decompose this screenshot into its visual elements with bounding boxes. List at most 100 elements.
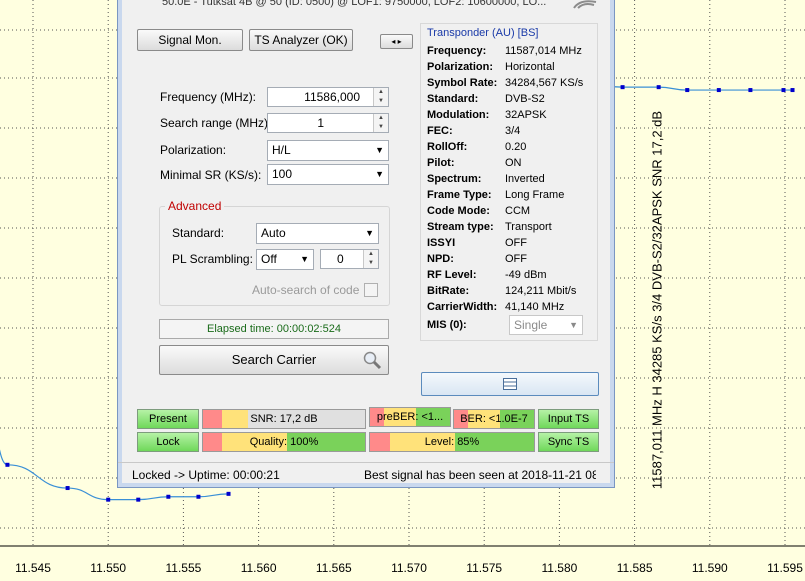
transponder-row: Modulation: 32APSK <box>427 109 547 121</box>
data-point <box>790 88 795 93</box>
search-range-label: Search range (MHz): <box>160 116 272 130</box>
spin-up-icon[interactable]: ▲ <box>374 114 388 123</box>
sync-ts-indicator: Sync TS <box>538 432 599 452</box>
mis-label: MIS (0): <box>427 319 467 331</box>
spin-up-icon[interactable]: ▲ <box>374 88 388 97</box>
transponder-row: RF Level: -49 dBm <box>427 269 547 281</box>
minimal-sr-value: 100 <box>272 167 293 181</box>
x-tick-label: 11.590 <box>691 561 728 575</box>
transponder-row: BitRate: 124,211 Mbit/s <box>427 285 576 297</box>
spin-down-icon[interactable]: ▼ <box>364 259 378 268</box>
spin-down-icon[interactable]: ▼ <box>374 97 388 106</box>
transponder-row: RollOff: 0.20 <box>427 141 526 153</box>
ts-analyzer-button[interactable]: TS Analyzer (OK) <box>249 29 353 51</box>
transponder-value: Horizontal <box>505 61 555 73</box>
transponder-value: OFF <box>505 253 527 265</box>
transponder-value: Inverted <box>505 173 545 185</box>
transponder-key: Code Mode: <box>427 205 490 217</box>
arrow-left-icon[interactable]: ◂ <box>391 37 395 46</box>
minimal-sr-label: Minimal SR (KS/s): <box>160 168 262 182</box>
standard-label: Standard: <box>172 226 225 240</box>
quality-text: Quality: 100% <box>249 436 319 448</box>
mis-select[interactable]: Single ▼ <box>509 315 583 335</box>
status-bar: Locked -> Uptime: 00:00:21 Best signal h… <box>118 462 614 487</box>
transponder-row: FEC: 3/4 <box>427 125 520 137</box>
transponder-value: DVB-S2 <box>505 93 545 105</box>
transponder-key: Frame Type: <box>427 189 492 201</box>
transponder-key: RollOff: <box>427 141 468 153</box>
lock-indicator: Lock <box>137 432 199 452</box>
spin-down-icon[interactable]: ▼ <box>374 123 388 132</box>
frequency-input[interactable]: 11586,000 ▲ ▼ <box>267 87 389 107</box>
list-icon <box>503 378 517 390</box>
data-point <box>656 85 661 90</box>
transponder-value: 3/4 <box>505 125 521 137</box>
transponder-value: Long Frame <box>505 189 565 201</box>
transponder-key: NPD: <box>427 253 454 265</box>
auto-search-checkbox[interactable] <box>364 283 378 297</box>
pl-scrambling-select[interactable]: Off ▼ <box>256 249 314 270</box>
signal-mon-button[interactable]: Signal Mon. <box>137 29 243 51</box>
present-indicator: Present <box>137 409 199 429</box>
spin-up-icon[interactable]: ▲ <box>364 250 378 259</box>
x-tick-label: 11.565 <box>315 561 352 575</box>
transponder-key: CarrierWidth: <box>427 301 498 313</box>
snr-text: SNR: 17,2 dB <box>250 413 318 425</box>
transponder-row: Polarization: Horizontal <box>427 61 555 73</box>
transponder-row: Symbol Rate: 34284,567 KS/s <box>427 77 583 89</box>
standard-value: Auto <box>261 226 286 240</box>
data-point <box>226 491 231 496</box>
transponder-row: Frame Type: Long Frame <box>427 189 564 201</box>
pl-code-spinner[interactable]: ▲ ▼ <box>363 250 378 268</box>
dropdown-arrow-icon[interactable]: ▼ <box>569 316 578 334</box>
transponder-value: 32APSK <box>505 109 547 121</box>
transponder-key: RF Level: <box>427 269 477 281</box>
arrow-right-icon[interactable]: ▸ <box>398 37 402 46</box>
transponder-key: Spectrum: <box>427 173 482 185</box>
panel-toggle-button[interactable] <box>421 372 599 396</box>
transponder-value: 0.20 <box>505 141 527 153</box>
x-tick-label: 11.585 <box>616 561 653 575</box>
data-point <box>106 497 111 502</box>
x-tick-label: 11.555 <box>165 561 202 575</box>
nav-arrows[interactable]: ◂ ▸ <box>380 34 413 49</box>
x-tick-label: 11.570 <box>391 561 427 575</box>
x-tick-label: 11.550 <box>90 561 127 575</box>
input-ts-indicator: Input TS <box>538 409 599 429</box>
magnifier-icon <box>363 351 382 370</box>
data-point <box>196 494 201 499</box>
polarization-label: Polarization: <box>160 143 227 157</box>
dropdown-arrow-icon[interactable]: ▼ <box>365 224 374 243</box>
standard-select[interactable]: Auto ▼ <box>256 223 379 244</box>
frequency-spinner[interactable]: ▲ ▼ <box>373 88 388 106</box>
data-point <box>5 462 10 467</box>
transponder-key: Symbol Rate: <box>427 77 498 89</box>
ber-bar: BER: <1.0E-7 <box>453 409 535 429</box>
quality-bar: Quality: 100% <box>202 432 366 452</box>
frequency-value: 11586,000 <box>304 90 360 104</box>
polarization-select[interactable]: H/L ▼ <box>267 140 389 161</box>
minimal-sr-select[interactable]: 100 ▼ <box>267 164 389 185</box>
search-carrier-button[interactable]: Search Carrier <box>159 345 389 375</box>
data-point <box>685 88 690 93</box>
pl-code-value: 0 <box>337 252 344 266</box>
search-range-input[interactable]: 1 ▲ ▼ <box>267 113 389 133</box>
pl-code-input[interactable]: 0 ▲ ▼ <box>320 249 379 269</box>
search-range-spinner[interactable]: ▲ ▼ <box>373 114 388 132</box>
dropdown-arrow-icon[interactable]: ▼ <box>300 250 309 269</box>
preber-text: preBER: <1... <box>376 411 444 423</box>
data-point <box>65 486 70 491</box>
data-point <box>748 88 753 93</box>
dropdown-arrow-icon[interactable]: ▼ <box>375 141 384 160</box>
pl-scrambling-value: Off <box>261 252 277 266</box>
frequency-label: Frequency (MHz): <box>160 90 257 104</box>
blind-scan-dialog: 50.0E - Tutksat 4B @ 50 (ID: 0500) @ LOF… <box>117 0 615 488</box>
dropdown-arrow-icon[interactable]: ▼ <box>375 165 384 184</box>
dialog-title: 50.0E - Tutksat 4B @ 50 (ID: 0500) @ LOF… <box>162 0 547 8</box>
transponder-value: 34284,567 KS/s <box>505 77 584 89</box>
data-point <box>716 88 721 93</box>
x-tick-label: 11.545 <box>15 561 51 575</box>
transponder-key: Modulation: <box>427 109 490 121</box>
transponder-value: 11587,014 MHz <box>505 45 582 57</box>
transponder-row: Stream type: Transport <box>427 221 552 233</box>
